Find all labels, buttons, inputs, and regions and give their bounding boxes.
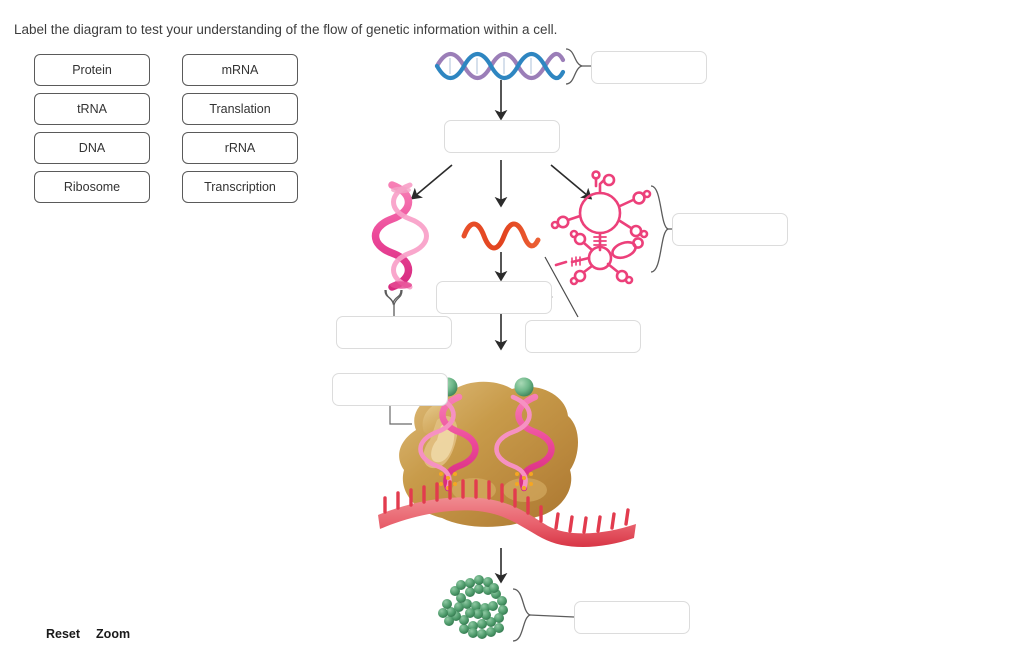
answer-box-dna[interactable]	[591, 51, 707, 84]
word-chip-mrna[interactable]: mRNA	[182, 54, 298, 86]
answer-box-mrna[interactable]	[436, 281, 552, 314]
word-bank-column-left: Protein tRNA DNA Ribosome	[34, 54, 150, 203]
zoom-button[interactable]: Zoom	[96, 627, 130, 641]
word-chip-trna[interactable]: tRNA	[34, 93, 150, 125]
answer-box-transcription[interactable]	[444, 120, 560, 153]
answer-box-trna[interactable]	[672, 213, 788, 246]
page-title: Label the diagram to test your understan…	[14, 22, 558, 37]
arrow-to-rrna	[410, 164, 453, 200]
dna-label-brace	[565, 48, 591, 85]
codon-dots-icon	[439, 472, 533, 490]
word-bank-column-right: mRNA Translation rRNA Transcription	[182, 54, 298, 203]
protein-chain-icon	[438, 575, 508, 639]
ribosome-mrna-strand-icon	[378, 479, 636, 548]
rrna-label-brace	[384, 289, 403, 316]
amino-acid-sphere-2	[514, 377, 534, 397]
rrna-helix-icon	[371, 181, 429, 291]
word-bank: Protein tRNA DNA Ribosome mRNA Translati…	[34, 54, 298, 203]
answer-box-translation[interactable]	[525, 320, 641, 353]
word-chip-protein[interactable]: Protein	[34, 54, 150, 86]
mrna-strand-icon	[461, 221, 541, 251]
protein-label-brace	[512, 588, 575, 642]
word-chip-dna[interactable]: DNA	[34, 132, 150, 164]
word-chip-translation[interactable]: Translation	[182, 93, 298, 125]
answer-box-rrna[interactable]	[336, 316, 452, 349]
ribosome-connector	[446, 387, 495, 419]
diagram-controls: Reset Zoom	[46, 627, 130, 641]
word-chip-rrna[interactable]: rRNA	[182, 132, 298, 164]
reset-button[interactable]: Reset	[46, 627, 80, 641]
trna-label-brace	[650, 185, 672, 273]
answer-box-ribosome[interactable]	[332, 373, 448, 406]
answer-box-protein[interactable]	[574, 601, 690, 634]
word-chip-ribosome[interactable]: Ribosome	[34, 171, 150, 203]
arrow-to-trna	[550, 164, 593, 200]
trna-molecule-icon	[550, 170, 652, 286]
ribosome-label-bracket	[389, 406, 412, 425]
dna-helix-icon	[434, 51, 566, 81]
word-chip-transcription[interactable]: Transcription	[182, 171, 298, 203]
